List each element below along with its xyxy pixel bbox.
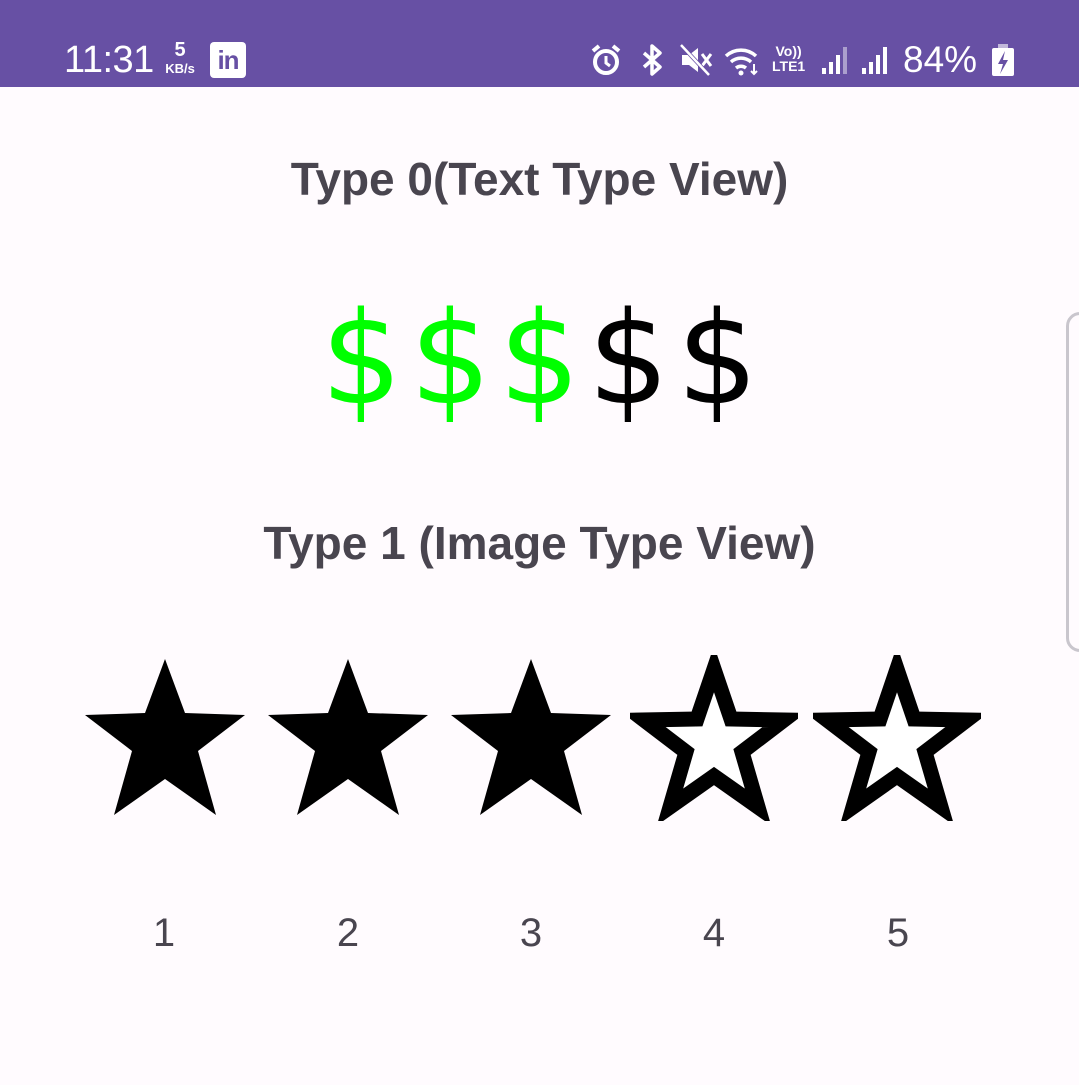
network-speed-value: 5: [174, 39, 186, 61]
dollar-rating-item-5[interactable]: $: [673, 290, 762, 430]
star-icon-3[interactable]: [447, 655, 615, 821]
mute-icon: [678, 42, 714, 78]
volte-label: Vo)): [775, 43, 802, 59]
battery-charging-icon: [990, 42, 1016, 78]
star-icon-2[interactable]: [264, 655, 432, 821]
dollar-rating-item-3[interactable]: $: [495, 290, 584, 430]
linkedin-icon: in: [210, 42, 246, 78]
volte-icon: Vo)) LTE1: [772, 44, 805, 74]
alarm-icon: [588, 42, 624, 78]
type0-heading: Type 0(Text Type View): [290, 153, 789, 205]
type1-heading: Type 1 (Image Type View): [263, 517, 816, 569]
dollar-rating-bar[interactable]: $ $ $ $ $: [0, 290, 1079, 430]
star-label-5: 5: [886, 911, 910, 955]
signal-icon-2: [858, 42, 894, 78]
edge-panel-handle[interactable]: [1066, 312, 1079, 652]
dollar-rating-item-1[interactable]: $: [317, 290, 406, 430]
dollar-rating-item-2[interactable]: $: [406, 290, 495, 430]
bluetooth-icon: [634, 42, 670, 78]
star-label-4: 4: [702, 911, 726, 955]
network-speed-unit: KB/s: [165, 61, 195, 76]
star-icon-5[interactable]: [813, 655, 981, 821]
signal-icon: [818, 42, 854, 78]
lte-label: LTE1: [772, 58, 806, 74]
star-rating-bar[interactable]: [0, 655, 1079, 825]
star-label-2: 2: [336, 911, 360, 955]
status-bar: 11:31 5 KB/s in Vo)) LTE1 84%: [0, 0, 1079, 87]
dollar-rating-item-4[interactable]: $: [584, 290, 673, 430]
wifi-icon: [724, 42, 760, 78]
star-label-1: 1: [152, 911, 176, 955]
star-label-3: 3: [519, 911, 543, 955]
star-icon-1[interactable]: [81, 655, 249, 821]
battery-percent: 84%: [903, 39, 978, 80]
star-icon-4[interactable]: [630, 655, 798, 821]
status-time: 11:31: [64, 39, 154, 81]
network-speed: 5 KB/s: [158, 40, 202, 75]
